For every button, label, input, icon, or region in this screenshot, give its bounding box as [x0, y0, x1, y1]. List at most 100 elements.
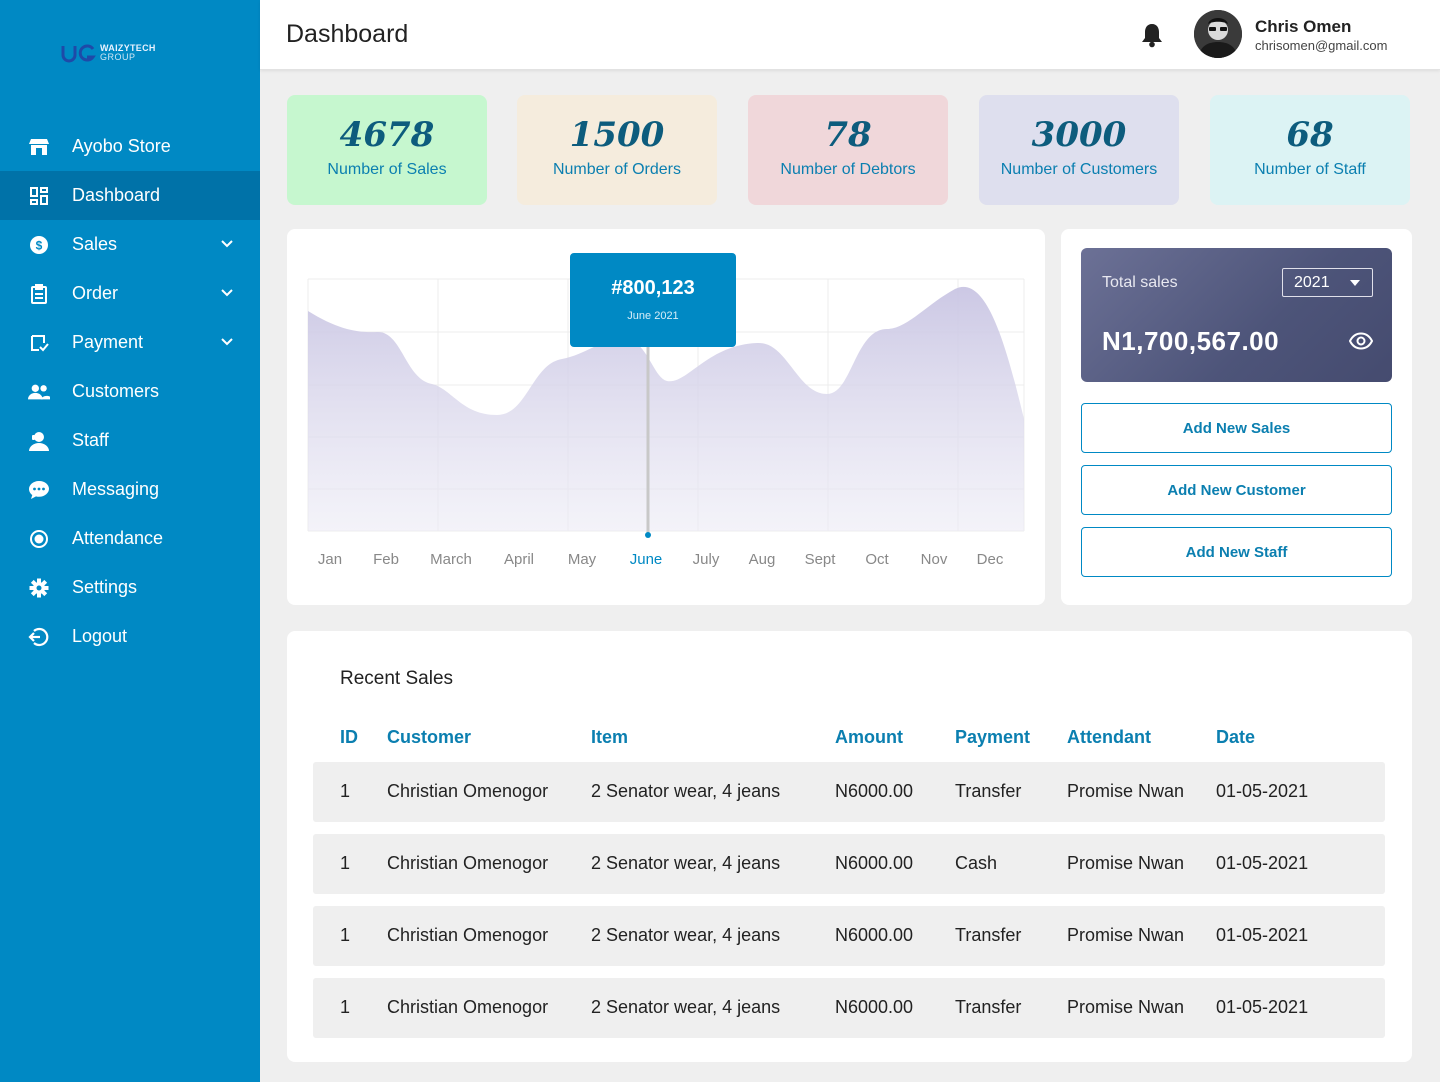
sidebar-item-staff[interactable]: Staff [0, 416, 260, 465]
column-header-customer[interactable]: Customer [387, 727, 471, 748]
cell-amount: N6000.00 [835, 925, 914, 945]
cell-attendant: Promise Nwan [1067, 781, 1185, 801]
sidebar-item-sales[interactable]: $ Sales [0, 220, 260, 269]
x-tick-label: Dec [977, 551, 1004, 568]
brand-logo[interactable]: WAIZYTECH GROUP [60, 40, 156, 66]
cell-amount: N6000.00 [835, 997, 914, 1017]
stat-card-staff[interactable]: 68 Number of Staff [1210, 95, 1410, 205]
cell-item: 2 Senator wear, 4 jeans [591, 997, 781, 1017]
tooltip-value: #800,123 [611, 277, 695, 299]
gear-icon [28, 577, 50, 599]
staff-icon [28, 430, 50, 452]
dashboard-icon [28, 185, 50, 207]
x-axis-labels: Jan Feb March April May June July Aug Se… [318, 551, 1004, 568]
table-row[interactable]: 1 Christian Omenogor 2 Senator wear, 4 j… [313, 978, 1385, 1038]
chevron-down-icon[interactable] [220, 335, 234, 349]
stat-card-orders[interactable]: 1500 Number of Orders [517, 95, 717, 205]
add-new-customer-button[interactable]: Add New Customer [1081, 465, 1392, 515]
sidebar-item-label: Ayobo Store [72, 136, 171, 156]
recent-sales-title: Recent Sales [340, 668, 454, 689]
chart-tooltip: #800,123 June 2021 [570, 253, 736, 347]
cell-payment: Cash [955, 853, 998, 873]
logo-mark-icon [61, 44, 96, 63]
user-email: chrisomen@gmail.com [1255, 38, 1388, 53]
stat-card-customers[interactable]: 3000 Number of Customers [979, 95, 1179, 205]
sidebar-item-dashboard[interactable]: Dashboard [0, 171, 260, 220]
tooltip-date: June 2021 [627, 310, 679, 322]
cell-id: 1 [340, 925, 351, 945]
cell-date: 01-05-2021 [1216, 853, 1309, 873]
page-title: Dashboard [286, 20, 409, 48]
caret-down-icon [1350, 280, 1360, 286]
sidebar-item-ayobo-store[interactable]: Ayobo Store [0, 122, 260, 171]
stat-label: Number of Debtors [780, 161, 916, 178]
sidebar-item-messaging[interactable]: Messaging [0, 465, 260, 514]
cell-id: 1 [340, 997, 351, 1017]
cell-attendant: Promise Nwan [1067, 997, 1185, 1017]
column-header-payment[interactable]: Payment [955, 727, 1030, 748]
add-new-staff-button[interactable]: Add New Staff [1081, 527, 1392, 577]
stat-label: Number of Staff [1254, 161, 1366, 178]
x-tick-label-active: June [630, 551, 663, 568]
column-header-amount[interactable]: Amount [835, 727, 903, 748]
eye-icon[interactable] [1349, 332, 1373, 350]
table-row[interactable]: 1 Christian Omenogor 2 Senator wear, 4 j… [313, 834, 1385, 894]
sidebar-item-label: Messaging [72, 479, 160, 499]
cell-id: 1 [340, 853, 351, 873]
x-tick-label: Feb [373, 551, 399, 568]
sidebar-item-label: Staff [72, 430, 109, 450]
svg-text:$: $ [36, 238, 43, 252]
year-select[interactable]: 2021 [1282, 268, 1373, 297]
avatar[interactable] [1194, 10, 1242, 58]
x-tick-label: March [430, 551, 472, 568]
x-tick-label: Oct [865, 551, 889, 568]
x-tick-label: Jan [318, 551, 342, 568]
column-header-date[interactable]: Date [1216, 727, 1255, 748]
sidebar-item-label: Payment [72, 332, 144, 352]
table-row[interactable]: 1 Christian Omenogor 2 Senator wear, 4 j… [313, 906, 1385, 966]
column-header-id[interactable]: ID [340, 727, 358, 748]
bell-icon[interactable] [1140, 22, 1164, 48]
sidebar-item-order[interactable]: Order [0, 269, 260, 318]
year-select-value: 2021 [1294, 274, 1330, 291]
cell-customer: Christian Omenogor [387, 781, 549, 801]
add-new-sales-button[interactable]: Add New Sales [1081, 403, 1392, 453]
clipboard-icon [28, 283, 50, 305]
chevron-down-icon[interactable] [220, 237, 234, 251]
sidebar-item-settings[interactable]: Settings [0, 563, 260, 612]
cell-payment: Transfer [955, 781, 1022, 801]
stat-label: Number of Customers [1000, 161, 1158, 178]
cell-customer: Christian Omenogor [387, 925, 549, 945]
column-header-item[interactable]: Item [591, 727, 628, 748]
sidebar-item-label: Logout [72, 626, 128, 646]
cell-attendant: Promise Nwan [1067, 925, 1185, 945]
sidebar-item-customers[interactable]: Customers [0, 367, 260, 416]
sidebar-item-label: Sales [72, 234, 118, 254]
total-sales-label: Total sales [1102, 274, 1178, 291]
chat-icon [28, 479, 50, 501]
recent-sales-card: Recent Sales ID Customer Item Amount Pay… [287, 631, 1412, 1062]
sales-chart-card: Jan Feb March April May June July Aug Se… [287, 229, 1045, 605]
sidebar-item-logout[interactable]: Logout [0, 612, 260, 661]
table-row[interactable]: 1 Christian Omenogor 2 Senator wear, 4 j… [313, 762, 1385, 822]
stat-card-sales[interactable]: 4678 Number of Sales [287, 95, 487, 205]
cell-date: 01-05-2021 [1216, 781, 1309, 801]
stat-value: 1500 [569, 115, 665, 155]
x-tick-label: Nov [921, 551, 948, 568]
logo-line-2: GROUP [100, 52, 136, 62]
cell-payment: Transfer [955, 997, 1022, 1017]
sidebar: WAIZYTECH GROUP Ayobo Store Dashboard $ … [0, 0, 260, 1082]
sidebar-item-label: Attendance [72, 528, 164, 548]
radio-icon [28, 528, 50, 550]
sidebar-item-label: Customers [72, 381, 160, 401]
sidebar-item-payment[interactable]: Payment [0, 318, 260, 367]
sidebar-item-attendance[interactable]: Attendance [0, 514, 260, 563]
chevron-down-icon[interactable] [220, 286, 234, 300]
column-header-attendant[interactable]: Attendant [1067, 727, 1151, 748]
stat-card-debtors[interactable]: 78 Number of Debtors [748, 95, 948, 205]
summary-card: Total sales 2021 N1,700,567.00 Add New S… [1061, 229, 1412, 605]
cell-item: 2 Senator wear, 4 jeans [591, 781, 781, 801]
x-tick-label: May [568, 551, 597, 568]
cell-amount: N6000.00 [835, 781, 914, 801]
payment-icon [28, 332, 50, 354]
